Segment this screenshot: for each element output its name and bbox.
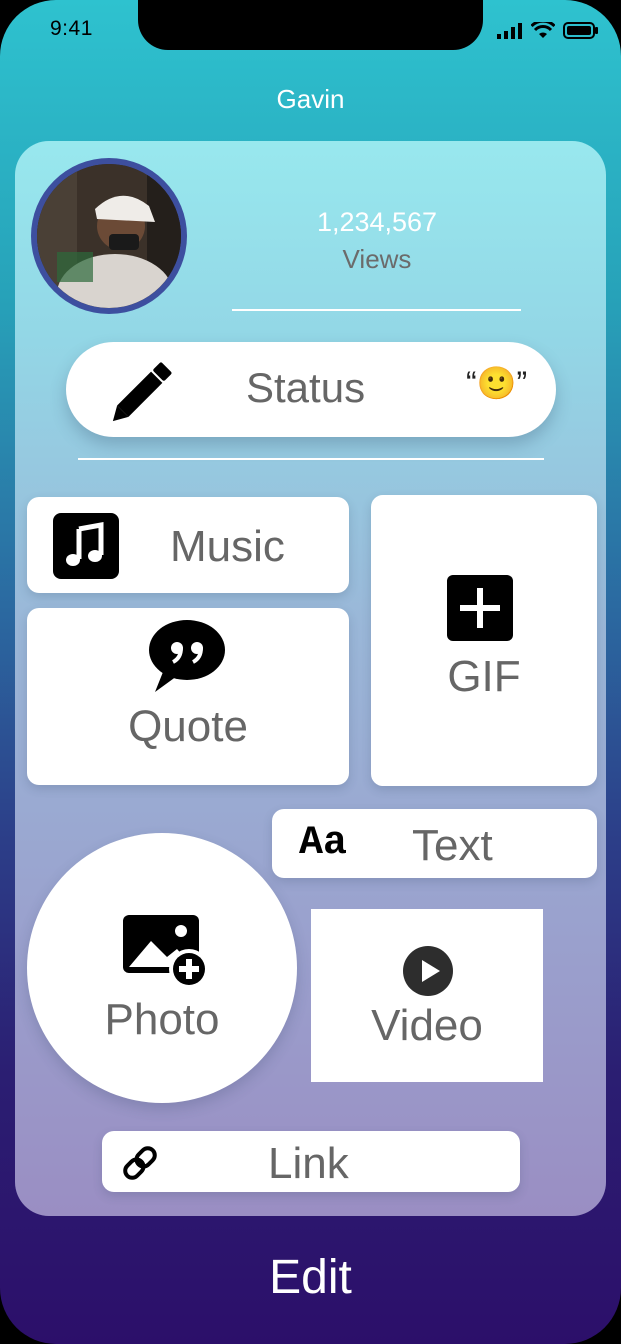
- text-tile[interactable]: Aa Text: [272, 809, 597, 878]
- avatar[interactable]: [31, 158, 187, 314]
- avatar-illustration: [37, 164, 181, 308]
- music-label: Music: [170, 522, 285, 571]
- wifi-icon: [531, 22, 555, 38]
- battery-icon: [563, 22, 598, 39]
- notch: [138, 0, 483, 50]
- profile-card: 1,234,567 Views Status “🙂” Music GIF Quo…: [15, 141, 606, 1216]
- video-label: Video: [371, 1001, 483, 1050]
- status-emoji: “🙂”: [466, 365, 528, 401]
- page-title: Gavin: [276, 84, 345, 114]
- views-label: Views: [342, 244, 412, 274]
- status-icons: [497, 22, 599, 39]
- add-gif-icon: [447, 575, 513, 641]
- pencil-icon: [112, 362, 172, 422]
- quote-tile[interactable]: Quote: [27, 608, 349, 785]
- views-count: 1,234,567: [316, 207, 438, 237]
- signal-icon: [497, 22, 522, 39]
- status-button[interactable]: Status “🙂”: [66, 342, 556, 437]
- link-label: Link: [268, 1139, 349, 1188]
- gif-label: GIF: [447, 652, 521, 701]
- status-label: Status: [246, 364, 366, 411]
- gif-tile[interactable]: GIF: [371, 495, 597, 786]
- text-format-icon: Aa: [299, 821, 348, 866]
- link-tile[interactable]: Link: [102, 1131, 520, 1192]
- link-icon: [123, 1146, 157, 1180]
- phone-frame: 9:41 Gavin 1,234,567 Views Status “🙂” Mu…: [0, 0, 621, 1344]
- edit-button[interactable]: Edit: [0, 1250, 621, 1305]
- add-photo-icon: [123, 915, 209, 989]
- music-tile[interactable]: Music: [27, 497, 349, 593]
- photo-label: Photo: [104, 995, 220, 1044]
- play-icon: [403, 946, 453, 996]
- video-tile[interactable]: Video: [311, 909, 543, 1082]
- divider: [232, 309, 521, 311]
- quote-icon: [149, 620, 225, 692]
- status-time: 9:41: [50, 17, 93, 40]
- music-icon: [53, 513, 119, 579]
- avatar-photo: [37, 164, 181, 308]
- photo-tile[interactable]: Photo: [27, 833, 297, 1103]
- quote-label: Quote: [128, 702, 248, 751]
- divider: [78, 458, 544, 460]
- text-label: Text: [412, 821, 493, 870]
